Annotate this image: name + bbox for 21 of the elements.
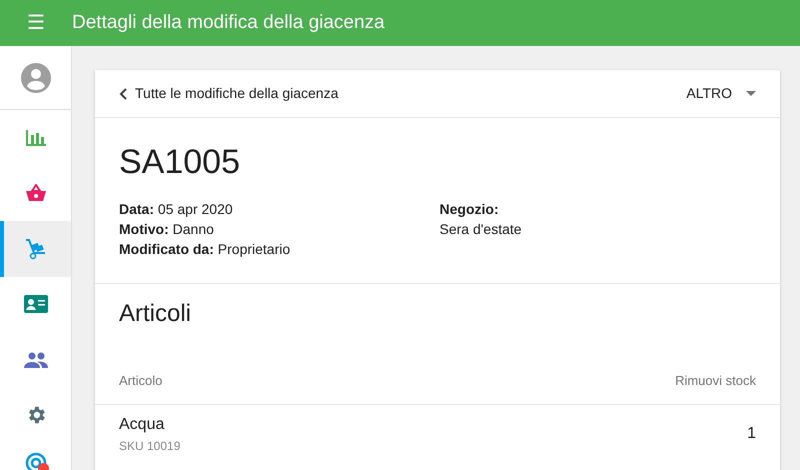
back-link[interactable]: Tutte le modifiche della giacenza — [119, 83, 338, 104]
more-menu-button[interactable]: ALTRO — [686, 83, 756, 104]
quantity: 1 — [747, 424, 756, 444]
item-sku: SKU 10019 — [119, 438, 180, 456]
app-title: Dettagli della modifica della giacenza — [72, 10, 385, 35]
chevron-left-icon — [119, 88, 127, 100]
detail-line: Data: 05 apr 2020 — [119, 200, 234, 219]
sidebar-item[interactable] — [0, 221, 71, 276]
detail-line: Motivo: Danno — [119, 220, 215, 239]
detail-line: Modificato da: Proprietario — [119, 240, 292, 259]
hand-truck-icon — [24, 236, 46, 261]
item-name: Acqua — [119, 415, 166, 436]
detail-label: Negozio: — [440, 200, 500, 219]
caret-icon — [746, 91, 756, 96]
target-icon — [24, 451, 46, 470]
detail-value: Sera d'estate — [440, 220, 523, 239]
column-header: Articolo — [119, 372, 162, 390]
adjustment-number: SA1005 — [119, 142, 241, 183]
column-header: Rimuovi stock — [675, 372, 756, 390]
section-title: Articoli — [119, 300, 192, 329]
avatar-icon[interactable] — [20, 62, 50, 92]
